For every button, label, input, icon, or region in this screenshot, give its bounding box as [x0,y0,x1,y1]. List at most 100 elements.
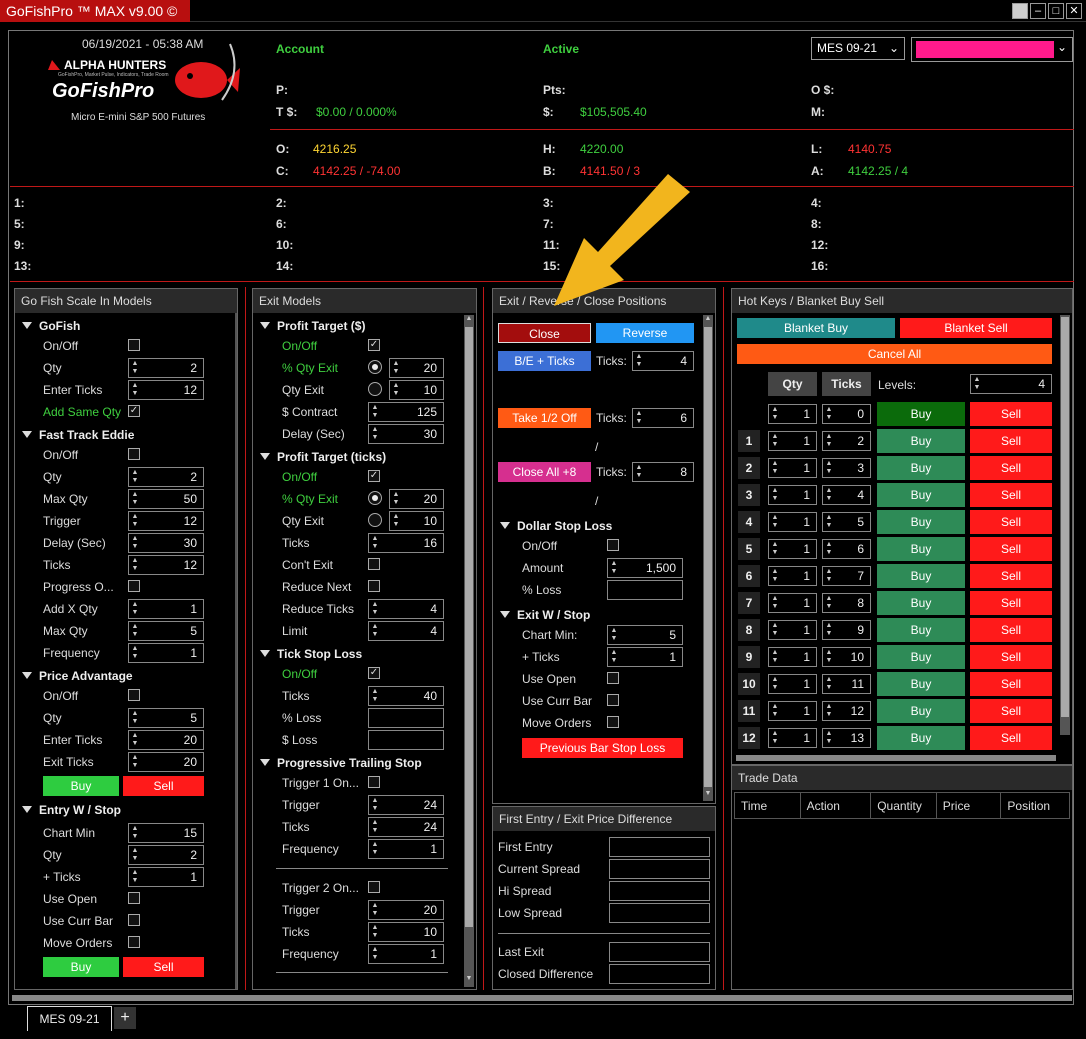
spinner-icon[interactable]: ▲ ▼ [371,841,379,857]
hotkey-qty-stepper[interactable]: ▲ ▼ 1 [768,701,817,721]
hotkey-qty-stepper[interactable]: ▲ ▼ 1 [768,512,817,532]
spinner-icon[interactable]: ▲ ▼ [131,491,139,507]
ptt-qtyexit-radio[interactable] [368,513,382,527]
spinner-icon[interactable]: ▲ ▼ [131,847,139,863]
pt-pqty-radio[interactable] [368,360,382,374]
spinner-icon[interactable]: ▲ ▼ [131,601,139,617]
fte-ticks-stepper[interactable]: ▲ ▼ 12 [128,555,204,575]
pt-contract-stepper[interactable]: ▲ ▼ 125 [368,402,444,422]
spinner-icon[interactable]: ▲ ▼ [371,601,379,617]
gofish-qty-stepper[interactable]: ▲ ▼ 2 [128,358,204,378]
spinner-icon[interactable]: ▲ ▼ [825,433,833,449]
spinner-icon[interactable]: ▲ ▼ [771,676,779,692]
hotkey-qty-stepper[interactable]: ▲ ▼ 1 [768,728,817,748]
fte-maxqty-stepper[interactable]: ▲ ▼ 50 [128,489,204,509]
spinner-icon[interactable]: ▲ ▼ [825,703,833,719]
hotkey-ticks-stepper[interactable]: ▲ ▼ 4 [822,485,871,505]
ews-qty-stepper[interactable]: ▲ ▼ 2 [128,845,204,865]
hotkey-buy-button[interactable]: Buy [877,510,965,534]
pt-onoff-checkbox[interactable]: ✓ [368,339,380,351]
spinner-icon[interactable]: ▲ ▼ [131,710,139,726]
be-ticks-stepper[interactable]: ▲ ▼ 4 [632,351,694,371]
gofish-enterticks-stepper[interactable]: ▲ ▼ 12 [128,380,204,400]
exit-useopen-checkbox[interactable] [607,672,619,684]
horizontal-scrollbar[interactable] [12,995,1072,1001]
pa-exitticks-stepper[interactable]: ▲ ▼ 20 [128,752,204,772]
dsl-onoff-checkbox[interactable] [607,539,619,551]
hotkey-qty-stepper[interactable]: ▲ ▼ 1 [768,404,817,424]
spinner-icon[interactable]: ▲ ▼ [771,703,779,719]
tab-mes[interactable]: MES 09-21 [27,1006,112,1031]
spinner-icon[interactable]: ▲ ▼ [610,649,618,665]
hotkey-buy-button[interactable]: Buy [877,699,965,723]
spinner-icon[interactable]: ▲ ▼ [392,491,400,507]
hotkey-sell-button[interactable]: Sell [970,591,1052,615]
spinner-icon[interactable]: ▲ ▼ [131,469,139,485]
spinner-icon[interactable]: ▲ ▼ [392,360,400,376]
hotkey-qty-stepper[interactable]: ▲ ▼ 1 [768,566,817,586]
instrument-select[interactable]: MES 09-21 ⌄ [811,37,905,60]
hotkey-sell-button[interactable]: Sell [970,456,1052,480]
ptt-limit-stepper[interactable]: ▲ ▼ 4 [368,621,444,641]
ews-header[interactable]: Entry W / Stop [22,803,121,817]
spinner-icon[interactable]: ▲ ▼ [131,360,139,376]
fte-trigger-stepper[interactable]: ▲ ▼ 12 [128,511,204,531]
fte-qty-stepper[interactable]: ▲ ▼ 2 [128,467,204,487]
fte-header[interactable]: Fast Track Eddie [22,428,134,442]
tsl-onoff-checkbox[interactable]: ✓ [368,667,380,679]
hotkey-ticks-stepper[interactable]: ▲ ▼ 6 [822,539,871,559]
scroll-up-icon[interactable]: ▲ [703,315,713,322]
blanket-sell-button[interactable]: Blanket Sell [900,318,1052,338]
hotkey-sell-button[interactable]: Sell [970,564,1052,588]
take-half-button[interactable]: Take 1/2 Off [498,408,591,428]
pts-freq-stepper[interactable]: ▲ ▼ 1 [368,839,444,859]
spinner-icon[interactable]: ▲ ▼ [371,535,379,551]
spinner-icon[interactable]: ▲ ▼ [771,649,779,665]
gofish-onoff-checkbox[interactable] [128,339,140,351]
spinner-icon[interactable]: ▲ ▼ [610,627,618,643]
pa-header[interactable]: Price Advantage [22,669,133,683]
hotkey-buy-button[interactable]: Buy [877,618,965,642]
pts-ticks-stepper[interactable]: ▲ ▼ 24 [368,817,444,837]
hotkey-buy-button[interactable]: Buy [877,672,965,696]
hotkey-ticks-stepper[interactable]: ▲ ▼ 12 [822,701,871,721]
ptt-onoff-checkbox[interactable]: ✓ [368,470,380,482]
hotkey-sell-button[interactable]: Sell [970,402,1052,426]
hotkey-ticks-stepper[interactable]: ▲ ▼ 0 [822,404,871,424]
ptt-pqty-radio[interactable] [368,491,382,505]
spinner-icon[interactable]: ▲ ▼ [371,426,379,442]
hotkey-ticks-stepper[interactable]: ▲ ▼ 5 [822,512,871,532]
hotkey-qty-stepper[interactable]: ▲ ▼ 1 [768,647,817,667]
hotkey-qty-stepper[interactable]: ▲ ▼ 1 [768,593,817,613]
hotkey-buy-button[interactable]: Buy [877,564,965,588]
pts-t2-checkbox[interactable] [368,881,380,893]
hotkey-ticks-stepper[interactable]: ▲ ▼ 2 [822,431,871,451]
hotkey-sell-button[interactable]: Sell [970,645,1052,669]
blanket-buy-button[interactable]: Blanket Buy [737,318,895,338]
scroll-down-icon[interactable]: ▼ [703,790,713,797]
hotkey-buy-button[interactable]: Buy [877,591,965,615]
column-header[interactable]: Quantity [871,793,937,819]
pt-delay-stepper[interactable]: ▲ ▼ 30 [368,424,444,444]
exit-moveorders-checkbox[interactable] [607,716,619,728]
spinner-icon[interactable]: ▲ ▼ [371,797,379,813]
hotkey-ticks-stepper[interactable]: ▲ ▼ 3 [822,458,871,478]
close-all-button[interactable]: Close All +8 [498,462,591,482]
hotkey-buy-button[interactable]: Buy [877,537,965,561]
hotkey-sell-button[interactable]: Sell [970,483,1052,507]
pt-qtyexit-stepper[interactable]: ▲ ▼ 10 [389,380,444,400]
fte-progress-checkbox[interactable] [128,580,140,592]
exit-chartmin-stepper[interactable]: ▲ ▼ 5 [607,625,683,645]
hotkey-ticks-stepper[interactable]: ▲ ▼ 8 [822,593,871,613]
ews-plusticks-stepper[interactable]: ▲ ▼ 1 [128,867,204,887]
spinner-icon[interactable]: ▲ ▼ [771,541,779,557]
spinner-icon[interactable]: ▲ ▼ [825,487,833,503]
pts-trigger-stepper[interactable]: ▲ ▼ 24 [368,795,444,815]
spinner-icon[interactable]: ▲ ▼ [371,946,379,962]
hotkey-buy-button[interactable]: Buy [877,456,965,480]
spinner-icon[interactable]: ▲ ▼ [825,568,833,584]
hotkey-sell-button[interactable]: Sell [970,510,1052,534]
spinner-icon[interactable]: ▲ ▼ [371,688,379,704]
exit-usecurr-checkbox[interactable] [607,694,619,706]
pa-qty-stepper[interactable]: ▲ ▼ 5 [128,708,204,728]
